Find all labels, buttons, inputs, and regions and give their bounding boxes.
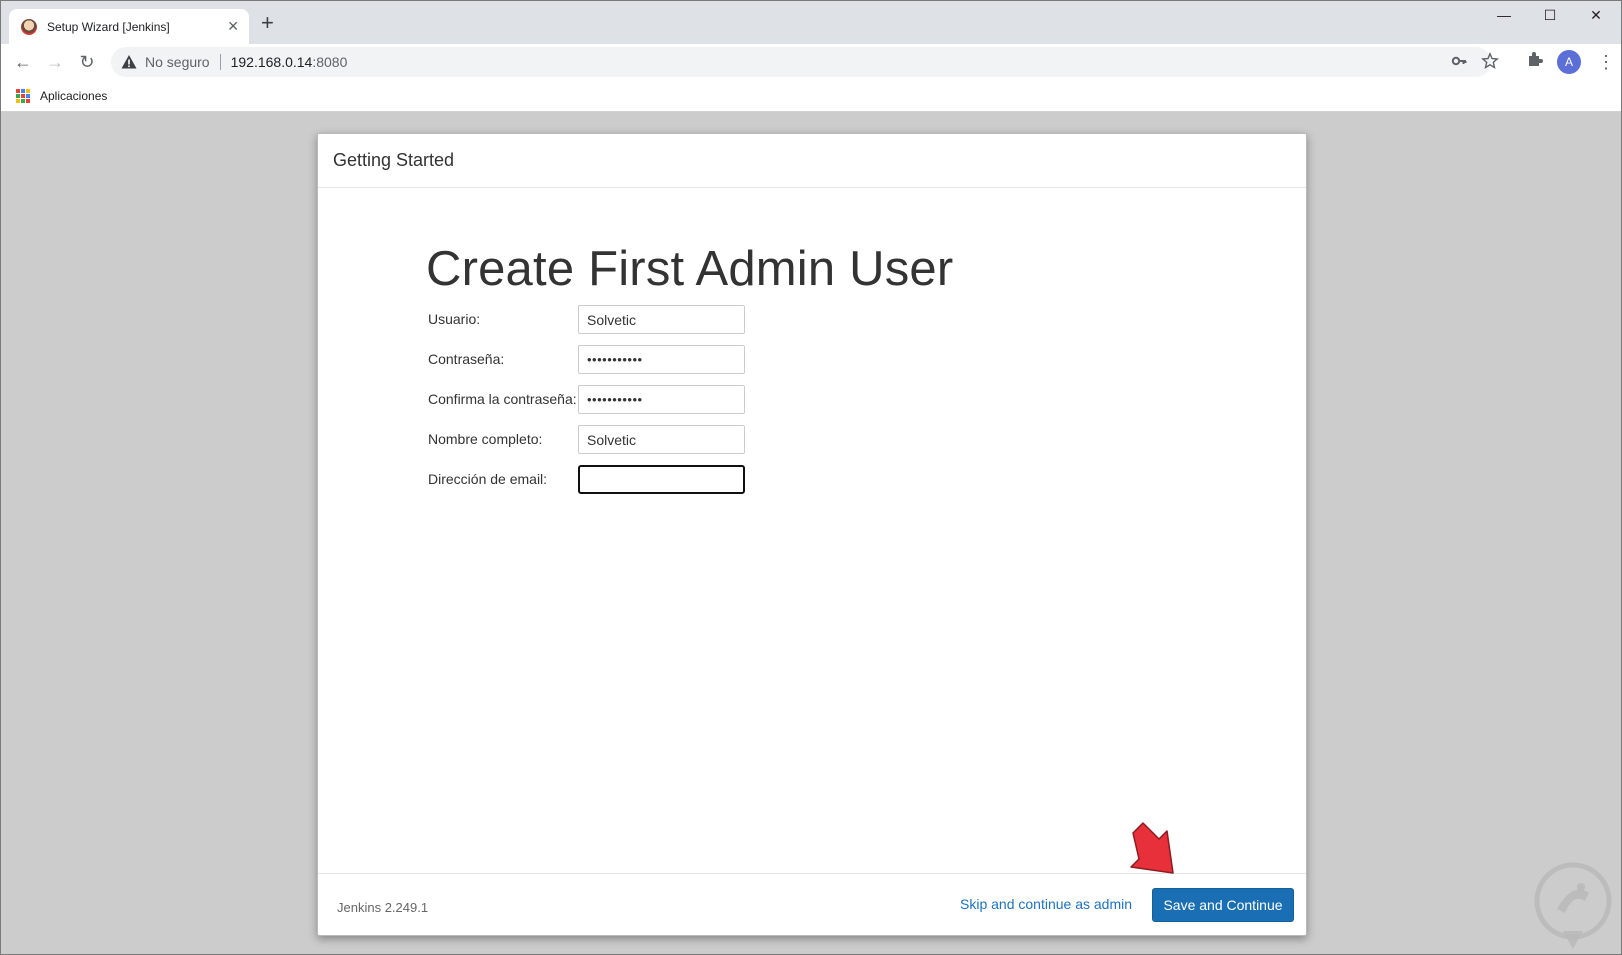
minimize-button[interactable]: — [1489,7,1519,23]
url-host: 192.168.0.14 [230,54,313,70]
form-row-password: Contraseña: [428,345,758,375]
email-input[interactable] [578,465,745,494]
address-bar[interactable]: No seguro 192.168.0.14:8080 [111,47,1499,77]
email-label: Dirección de email: [428,471,548,487]
tab-title: Setup Wizard [Jenkins] [47,19,170,34]
confirm-password-input[interactable] [578,385,745,414]
solvetic-logo-icon [1534,862,1612,949]
fullname-input[interactable] [578,425,745,454]
maximize-button[interactable]: ☐ [1535,7,1565,24]
browser-window: Setup Wizard [Jenkins] ✕ + — ☐ ✕ ← → ↻ N… [0,0,1622,955]
form-row-email: Dirección de email: [428,465,758,495]
tab-close-icon[interactable]: ✕ [227,18,239,34]
browser-toolbar: ← → ↻ No seguro 192.168.0.14:8080 A ⋮ [1,44,1621,81]
browser-menu-icon[interactable]: ⋮ [1597,50,1615,74]
extensions-icon[interactable] [1526,50,1544,73]
close-window-button[interactable]: ✕ [1581,7,1611,24]
bookmark-star-icon[interactable] [1481,52,1499,74]
form-row-confirm-password: Confirma la contraseña: [428,385,758,415]
tab-strip: Setup Wizard [Jenkins] ✕ + — ☐ ✕ [1,1,1621,44]
bookmark-apps[interactable]: Aplicaciones [40,89,107,103]
url-port: :8080 [312,54,348,70]
bookmarks-bar: Aplicaciones [1,81,1621,112]
dialog-footer: Jenkins 2.249.1 Skip and continue as adm… [318,873,1306,935]
address-separator [219,54,221,70]
page-title: Create First Admin User [426,242,954,296]
forward-button[interactable]: → [43,50,67,74]
jenkins-favicon-icon [21,18,37,35]
dialog-body: Create First Admin User Usuario: Contras… [318,189,1306,849]
page-viewport: Getting Started Create First Admin User … [2,112,1621,954]
save-and-continue-button[interactable]: Save and Continue [1152,888,1294,922]
apps-grid-icon[interactable] [16,89,30,103]
password-input[interactable] [578,345,745,374]
security-status[interactable]: No seguro [145,54,210,70]
username-input[interactable] [578,305,745,334]
form-row-username: Usuario: [428,305,758,335]
fullname-label: Nombre completo: [428,431,543,447]
skip-continue-admin-link[interactable]: Skip and continue as admin [960,896,1132,912]
setup-dialog: Getting Started Create First Admin User … [317,133,1307,936]
confirm-password-label: Confirma la contraseña: [428,391,577,407]
tab-setup-wizard[interactable]: Setup Wizard [Jenkins] ✕ [9,9,249,44]
back-button[interactable]: ← [11,50,35,74]
warning-icon[interactable] [121,54,137,70]
red-arrow-icon [1130,822,1174,874]
jenkins-version: Jenkins 2.249.1 [337,900,429,915]
new-tab-button[interactable]: + [261,12,274,34]
key-icon[interactable] [1451,53,1467,73]
dialog-title: Getting Started [333,150,455,170]
form-row-fullname: Nombre completo: [428,425,758,455]
reload-button[interactable]: ↻ [75,50,99,74]
dialog-header: Getting Started [318,134,1306,188]
profile-avatar[interactable]: A [1557,50,1581,74]
username-label: Usuario: [428,311,481,327]
password-label: Contraseña: [428,351,505,367]
